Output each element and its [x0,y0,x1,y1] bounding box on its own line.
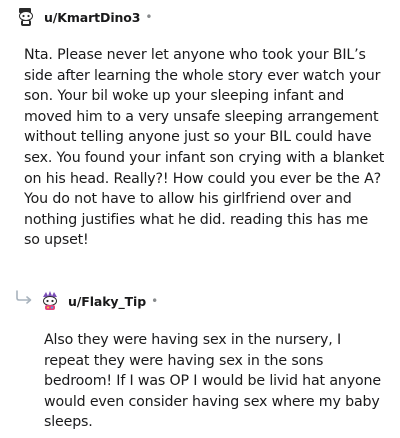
username[interactable]: u/Flaky_Tip [68,294,146,309]
comment-body: Also they were having sex in the nursery… [44,332,381,431]
avatar[interactable] [39,290,61,312]
comment-body: Nta. Please never let anyone who took yo… [24,47,385,249]
comment-header: u/KmartDino3 • [15,3,152,31]
reply-arrow-icon [14,289,36,305]
username[interactable]: u/KmartDino3 [44,10,141,25]
separator-dot: • [145,10,153,24]
separator-dot: • [151,294,159,308]
avatar[interactable] [15,6,37,28]
snoo-avatar-icon [39,290,61,312]
snoo-avatar-icon [15,6,37,28]
comment-header: u/Flaky_Tip • [39,287,158,315]
